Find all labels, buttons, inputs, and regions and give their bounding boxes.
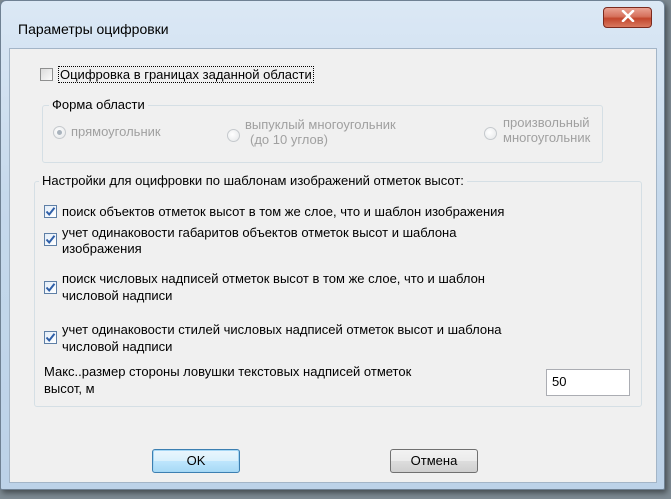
area-digitize-checkbox[interactable] xyxy=(40,68,53,81)
ok-button[interactable]: OK xyxy=(152,449,240,473)
template-settings-group-label: Настройки для оцифровки по шаблонам изоб… xyxy=(39,173,467,189)
checkbox-search-same-layer[interactable] xyxy=(44,205,57,218)
checkmark-icon xyxy=(45,283,56,293)
checkbox-search-numeric-labels-label-1: поиск числовых надписей отметок высот в … xyxy=(62,271,485,286)
radio-rectangle-label: прямоугольник xyxy=(71,124,161,139)
area-digitize-label: Оцифровка в границах заданной области xyxy=(58,66,314,83)
checkbox-search-numeric-labels-label-2: числовой надписи xyxy=(62,288,173,303)
checkmark-icon xyxy=(45,207,56,217)
radio-convex-polygon[interactable] xyxy=(227,129,240,142)
checkmark-icon xyxy=(45,333,56,343)
checkmark-icon xyxy=(45,235,56,245)
area-shape-group: Форма области прямоугольник выпуклый мно… xyxy=(42,97,603,163)
checkbox-same-styles-label-2: числовой надписи xyxy=(62,339,173,354)
close-button[interactable] xyxy=(603,7,652,28)
max-size-label-1: Макс..размер стороны ловушки текстовых н… xyxy=(44,364,412,379)
dialog-title: Параметры оцифровки xyxy=(18,21,169,37)
radio-arbitrary-polygon[interactable] xyxy=(484,127,497,140)
max-size-input[interactable]: 50 xyxy=(546,369,630,396)
radio-arbitrary-polygon-label-1: произвольный xyxy=(503,115,590,130)
area-digitize-label-wrap: Оцифровка в границах заданной области xyxy=(58,66,314,83)
radio-convex-polygon-label-2: (до 10 углов) xyxy=(250,132,328,147)
area-shape-group-label: Форма области xyxy=(49,97,148,113)
radio-rectangle[interactable] xyxy=(53,126,66,139)
checkbox-same-styles-label-1: учет одинаковости стилей числовых надпис… xyxy=(62,322,502,337)
radio-arbitrary-polygon-label-2: многоугольник xyxy=(503,130,591,145)
checkbox-same-dimensions-label-2: изображения xyxy=(62,241,142,256)
close-icon xyxy=(621,9,635,25)
cancel-button[interactable]: Отмена xyxy=(390,449,478,473)
max-size-label-2: высот, м xyxy=(44,381,95,396)
dialog-window: Параметры оцифровки Оцифровка в границах… xyxy=(0,0,665,490)
checkbox-search-same-layer-label: поиск объектов отметок высот в том же сл… xyxy=(62,204,505,219)
checkbox-same-dimensions[interactable] xyxy=(44,233,57,246)
checkbox-same-styles[interactable] xyxy=(44,331,57,344)
checkbox-same-dimensions-label-1: учет одинаковости габаритов объектов отм… xyxy=(62,225,457,240)
checkbox-search-numeric-labels[interactable] xyxy=(44,281,57,294)
dialog-client-area: Оцифровка в границах заданной области Фо… xyxy=(9,48,657,483)
radio-convex-polygon-label-1: выпуклый многоугольник xyxy=(245,117,396,132)
